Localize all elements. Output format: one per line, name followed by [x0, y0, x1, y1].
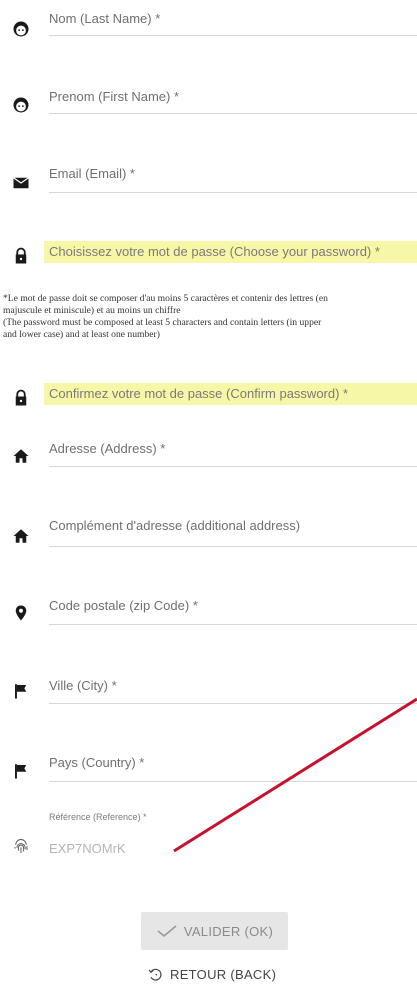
map-pin-icon	[12, 604, 30, 622]
email-label: Email (Email) *	[49, 166, 135, 181]
zip-code-label: Code postale (zip Code) *	[49, 598, 198, 613]
zip-code-underline	[49, 624, 417, 625]
confirm-password-highlight: Confirmez votre mot de passe (Confirm pa…	[44, 383, 417, 405]
city-underline	[49, 703, 417, 704]
reference-value: EXP7NOMrK	[49, 841, 126, 856]
city-label: Ville (City) *	[49, 678, 117, 693]
country-label: Pays (Country) *	[49, 755, 145, 770]
flag-icon	[12, 762, 30, 780]
first-name-label: Prenom (First Name) *	[49, 89, 180, 104]
password-requirements-note: *Le mot de passe doit se composer d'au m…	[3, 293, 328, 340]
home-icon	[12, 447, 30, 465]
address-underline	[49, 466, 417, 467]
lock-icon	[12, 247, 30, 265]
face-icon	[12, 96, 30, 114]
address-label: Adresse (Address) *	[49, 441, 166, 456]
validate-button[interactable]: VALIDER (OK)	[141, 912, 288, 950]
email-underline	[49, 192, 417, 193]
last-name-label: Nom (Last Name) *	[49, 11, 161, 26]
face-icon	[12, 20, 30, 38]
confirm-password-label: Confirmez votre mot de passe (Confirm pa…	[49, 386, 349, 401]
password-label: Choisissez votre mot de passe (Choose yo…	[49, 244, 380, 259]
password-highlight: Choisissez votre mot de passe (Choose yo…	[44, 241, 417, 263]
check-icon	[157, 925, 177, 938]
first-name-underline	[49, 113, 417, 114]
flag-icon	[12, 682, 30, 700]
reference-label: Référence (Reference) *	[49, 812, 147, 822]
back-button[interactable]: RETOUR (BACK)	[147, 964, 276, 984]
lock-icon	[12, 389, 30, 407]
country-underline	[49, 781, 417, 782]
envelope-icon	[12, 174, 30, 192]
additional-address-label: Complément d'adresse (additional address…	[49, 518, 301, 533]
undo-icon	[148, 968, 162, 981]
validate-button-label: VALIDER (OK)	[183, 923, 274, 939]
back-button-label: RETOUR (BACK)	[170, 966, 277, 982]
fingerprint-icon	[12, 838, 30, 856]
last-name-underline	[49, 35, 417, 36]
home-icon	[12, 527, 30, 545]
additional-address-underline	[49, 546, 417, 547]
